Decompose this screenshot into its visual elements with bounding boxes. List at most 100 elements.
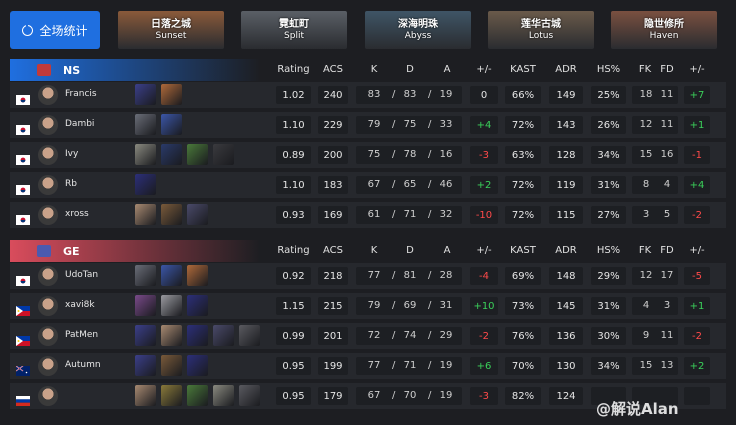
column-header: Rating xyxy=(277,64,310,75)
stat-rating: 0.95 xyxy=(276,357,311,375)
stat-k: 83 xyxy=(367,89,381,100)
stat-fpm: +7 xyxy=(684,86,710,104)
stat-acs: 215 xyxy=(318,297,348,315)
map-name-cn: 隐世修所 xyxy=(644,18,684,30)
column-header: +/- xyxy=(689,245,705,256)
player-avatar xyxy=(38,266,58,286)
player-name: xross xyxy=(65,209,89,219)
country-flag-icon xyxy=(16,271,30,286)
stat-pm: +6 xyxy=(470,357,498,375)
stat-k: 75 xyxy=(367,149,381,160)
stat-rating: 0.93 xyxy=(276,206,311,224)
player-name: UdoTan xyxy=(65,270,99,280)
stat-a: 16 xyxy=(439,149,453,160)
agent-icon xyxy=(135,385,156,406)
stat-fd: 17 xyxy=(660,270,674,281)
stat-fpm: +1 xyxy=(684,297,710,315)
map-tab-haven[interactable]: 隐世修所 Haven xyxy=(611,11,717,49)
slash: / xyxy=(428,390,432,401)
stat-d: 71 xyxy=(403,209,417,220)
team-bar: NS xyxy=(10,59,260,81)
stat-fd: 11 xyxy=(660,119,674,130)
map-name-cn: 日落之城 xyxy=(151,18,191,30)
team-name: GE xyxy=(63,244,80,258)
stat-fk: 4 xyxy=(642,300,650,311)
slash: / xyxy=(392,179,396,190)
country-flag-icon xyxy=(16,180,30,195)
player-name: xavi8k xyxy=(65,300,95,310)
player-name: Dambi xyxy=(65,119,95,129)
stat-k: 72 xyxy=(367,330,381,341)
overall-stats-button[interactable]: 全场统计 xyxy=(10,11,100,49)
country-flag-icon xyxy=(16,331,30,346)
agent-icon xyxy=(161,114,182,135)
stat-adr: 148 xyxy=(549,267,583,285)
slash: / xyxy=(428,119,432,130)
slash: / xyxy=(392,330,396,341)
agent-icon xyxy=(135,325,156,346)
player-row[interactable]: UdoTan 0.92 218 77 / 81 / 28 -4 69% 148 29% 12 17 -5 xyxy=(10,263,726,289)
stat-adr: 145 xyxy=(549,297,583,315)
slash: / xyxy=(392,390,396,401)
stat-fpm: -2 xyxy=(684,327,710,345)
stat-fpm: +4 xyxy=(684,176,710,194)
stat-pm: +10 xyxy=(470,297,498,315)
slash: / xyxy=(392,270,396,281)
agent-icon xyxy=(161,265,182,286)
player-row[interactable]: Rb 1.10 183 67 / 65 / 46 +2 72% 119 31% 8 4 +4 xyxy=(10,172,726,198)
player-row[interactable]: PatMen 0.99 201 72 / 74 / 29 -2 76% 136 30% 9 11 -2 xyxy=(10,323,726,349)
agent-icon xyxy=(135,84,156,105)
stat-adr: 143 xyxy=(549,116,583,134)
map-name-cn: 霓虹町 xyxy=(279,18,309,30)
stat-fpm: -5 xyxy=(684,267,710,285)
player-row[interactable]: Francis 1.02 240 83 / 83 / 19 0 66% 149 25% 18 11 +7 xyxy=(10,82,726,108)
slash: / xyxy=(428,89,432,100)
player-row[interactable]: Ivy 0.89 200 75 / 78 / 16 -3 63% 128 34% 15 16 -1 xyxy=(10,142,726,168)
column-header: FK xyxy=(638,64,652,75)
stat-adr: 119 xyxy=(549,176,583,194)
stat-fpm: +2 xyxy=(684,357,710,375)
map-tab-split[interactable]: 霓虹町 Split xyxy=(241,11,347,49)
agent-icon xyxy=(135,174,156,195)
column-header: A xyxy=(443,245,451,256)
stat-k: 67 xyxy=(367,390,381,401)
stat-a: 28 xyxy=(439,270,453,281)
player-avatar xyxy=(38,85,58,105)
stat-adr: 136 xyxy=(549,327,583,345)
stat-kast: 72% xyxy=(505,116,541,134)
stat-fd: 3 xyxy=(663,300,671,311)
player-avatar xyxy=(38,115,58,135)
stat-hs: 31% xyxy=(591,297,626,315)
stat-kast: 73% xyxy=(505,297,541,315)
map-tab-lotus[interactable]: 莲华古城 Lotus xyxy=(488,11,594,49)
player-avatar xyxy=(38,205,58,225)
stat-hs: 31% xyxy=(591,176,626,194)
agent-icon xyxy=(135,355,156,376)
player-row[interactable]: xross 0.93 169 61 / 71 / 32 -10 72% 115 27% 3 5 -2 xyxy=(10,202,726,228)
stat-pm: -3 xyxy=(470,387,498,405)
stat-acs: 199 xyxy=(318,357,348,375)
player-row[interactable]: Dambi 1.10 229 79 / 75 / 33 +4 72% 143 26% 12 11 +1 xyxy=(10,112,726,138)
player-row[interactable]: Autumn 0.95 199 77 / 71 / 19 +6 70% 130 34% 15 13 +2 xyxy=(10,353,726,379)
stat-k: 61 xyxy=(367,209,381,220)
agent-icon xyxy=(213,385,234,406)
stat-acs: 240 xyxy=(318,86,348,104)
map-tab-abyss[interactable]: 深海明珠 Abyss xyxy=(365,11,471,49)
column-header: KAST xyxy=(510,245,536,256)
stat-pm: -10 xyxy=(470,206,498,224)
map-tab-sunset[interactable]: 日落之城 Sunset xyxy=(118,11,224,49)
stat-adr: 124 xyxy=(549,387,583,405)
slash: / xyxy=(428,149,432,160)
stat-rating: 0.92 xyxy=(276,267,311,285)
stat-d: 65 xyxy=(403,179,417,190)
stat-fd: 11 xyxy=(660,330,674,341)
stat-a: 46 xyxy=(439,179,453,190)
stat-a: 33 xyxy=(439,119,453,130)
column-header: FD xyxy=(660,245,674,256)
slash: / xyxy=(392,360,396,371)
team-name: NS xyxy=(63,63,81,77)
player-row[interactable]: xavi8k 1.15 215 79 / 69 / 31 +10 73% 145 31% 4 3 +1 xyxy=(10,293,726,319)
stat-a: 19 xyxy=(439,360,453,371)
column-header: +/- xyxy=(476,245,492,256)
agent-icon xyxy=(239,385,260,406)
